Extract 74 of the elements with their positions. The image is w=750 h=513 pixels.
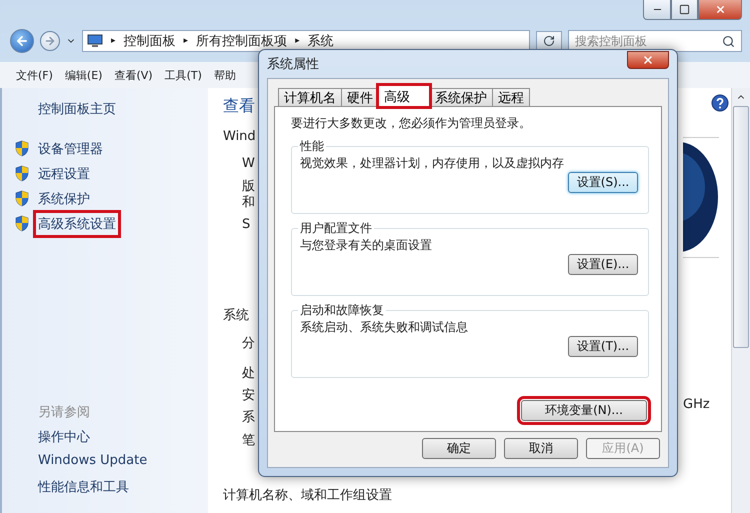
- settings-button[interactable]: 设置(T)...: [568, 336, 638, 357]
- sidebar-heading: 另请参阅: [37, 404, 91, 422]
- search-icon: [722, 34, 735, 48]
- info-label: 笔: [241, 432, 255, 449]
- section-heading: 计算机名称、域和工作组设置: [223, 486, 392, 505]
- menu-item[interactable]: 编辑(E): [64, 68, 102, 82]
- close-button[interactable]: [698, 0, 742, 20]
- breadcrumb-separator[interactable]: ▸: [111, 36, 116, 46]
- minimize-button[interactable]: [643, 0, 671, 20]
- address-bar[interactable]: ▸ 控制面板 ▸ 所有控制面板项 ▸ 系统: [82, 30, 530, 52]
- info-label: 和: [241, 194, 255, 211]
- group-title: 性能: [298, 138, 325, 155]
- group-title: 用户配置文件: [299, 220, 373, 237]
- computer-icon: [87, 34, 103, 48]
- group-title: 启动和故障恢复: [299, 302, 385, 319]
- sidebar-link[interactable]: Windows Update: [14, 453, 208, 478]
- section-heading: Wind: [223, 128, 256, 146]
- shield-icon: [14, 215, 30, 232]
- info-label: S: [241, 217, 250, 234]
- refresh-icon: [543, 35, 555, 47]
- breadcrumb[interactable]: 系统: [308, 32, 334, 50]
- sidebar-task-link[interactable]: 设备管理器: [36, 138, 105, 160]
- arrow-right-icon: [44, 35, 56, 47]
- close-button[interactable]: [627, 51, 669, 69]
- dialog-title: 系统属性: [267, 56, 319, 73]
- info-label: 安: [241, 388, 255, 404]
- maximize-icon: [679, 4, 690, 15]
- forward-button[interactable]: [40, 31, 60, 51]
- sidebar-link[interactable]: 性能信息和工具: [14, 478, 208, 503]
- info-label: 版: [241, 178, 255, 195]
- settings-button[interactable]: 设置(E)...: [568, 254, 638, 275]
- menu-item[interactable]: 文件(F): [16, 68, 53, 82]
- back-button[interactable]: [10, 29, 34, 53]
- sidebar-link[interactable]: 控制面板主页: [14, 100, 208, 136]
- info-label: 系: [241, 410, 255, 426]
- info-label: 处: [241, 366, 255, 382]
- scrollbar[interactable]: [731, 88, 750, 513]
- sidebar-task-link[interactable]: 系统保护: [36, 188, 92, 210]
- info-label: W: [241, 156, 255, 172]
- dialog-button[interactable]: 确定: [422, 438, 496, 459]
- shield-icon: [14, 140, 30, 157]
- info-label: GHz: [683, 397, 710, 414]
- settings-button[interactable]: 设置(S)...: [568, 172, 638, 193]
- admin-note: 要进行大多数更改，您必须作为管理员登录。: [291, 115, 532, 132]
- tab[interactable]: 系统保护: [429, 88, 493, 107]
- page-heading: 查看: [223, 96, 255, 116]
- help-icon[interactable]: [711, 94, 729, 112]
- tab[interactable]: 远程: [492, 88, 530, 107]
- group-description: 视觉效果，处理器计划，内存使用，以及虚拟内存: [300, 155, 565, 172]
- group-description: 与您登录有关的桌面设置: [300, 237, 433, 254]
- breadcrumb-separator[interactable]: ▸: [295, 36, 300, 46]
- search-field[interactable]: 搜索控制面板: [568, 30, 742, 52]
- close-icon: [642, 54, 654, 66]
- sidebar-task-link[interactable]: 远程设置: [36, 162, 92, 184]
- tab[interactable]: 硬件: [341, 88, 379, 107]
- sidebar-link[interactable]: 操作中心: [14, 428, 208, 453]
- breadcrumb-separator[interactable]: ▸: [184, 36, 188, 46]
- shield-icon: [14, 165, 30, 182]
- shield-icon: [14, 190, 30, 207]
- breadcrumb[interactable]: 所有控制面板项: [196, 32, 288, 50]
- menu-item[interactable]: 查看(V): [114, 68, 153, 82]
- dialog-button[interactable]: 取消: [504, 438, 578, 459]
- menu-item[interactable]: 工具(T): [164, 68, 202, 82]
- refresh-button[interactable]: [536, 31, 562, 51]
- tab[interactable]: 高级: [378, 85, 430, 107]
- section-heading: 系统: [223, 307, 249, 326]
- maximize-button[interactable]: [671, 0, 698, 20]
- tab[interactable]: 计算机名: [278, 88, 342, 107]
- group-description: 系统启动、系统失败和调试信息: [300, 319, 469, 336]
- sidebar-task-link[interactable]: 高级系统设置: [36, 212, 118, 234]
- breadcrumb[interactable]: 控制面板: [124, 32, 176, 50]
- menu-item[interactable]: 帮助: [214, 68, 236, 82]
- close-icon: [714, 4, 726, 15]
- info-label: 分: [241, 336, 255, 352]
